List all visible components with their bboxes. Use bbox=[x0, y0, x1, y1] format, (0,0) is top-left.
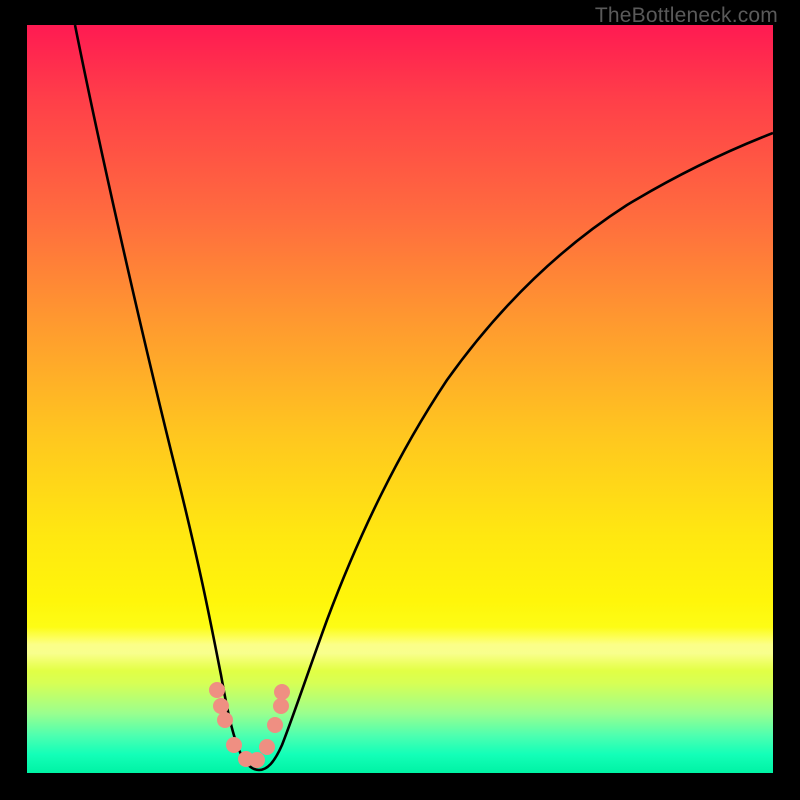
marker-dot bbox=[273, 698, 289, 714]
marker-dot bbox=[217, 712, 233, 728]
chart-plot-area bbox=[27, 25, 773, 773]
chart-svg bbox=[27, 25, 773, 773]
watermark-text: TheBottleneck.com bbox=[595, 4, 778, 28]
marker-dot bbox=[249, 752, 265, 768]
marker-dot bbox=[213, 698, 229, 714]
marker-dot bbox=[259, 739, 275, 755]
marker-dot bbox=[226, 737, 242, 753]
marker-dot bbox=[274, 684, 290, 700]
marker-dot bbox=[267, 717, 283, 733]
marker-dot bbox=[209, 682, 225, 698]
bottleneck-curve bbox=[75, 25, 773, 770]
